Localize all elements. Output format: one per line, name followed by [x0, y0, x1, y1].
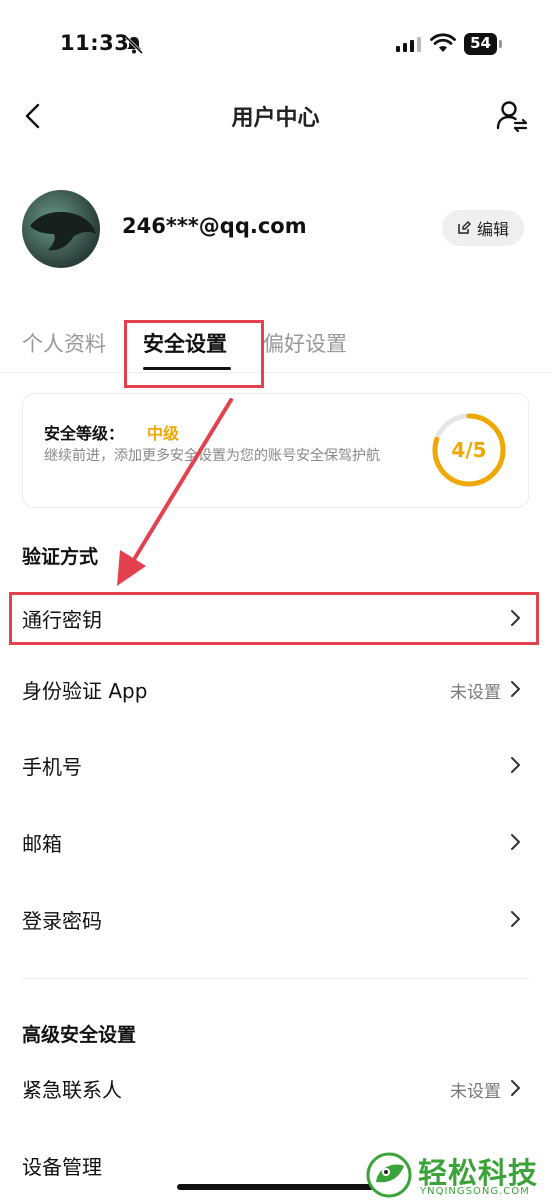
page-title: 用户中心 — [231, 106, 320, 131]
verification-section-title: 验证方式 — [22, 546, 99, 568]
section-divider — [22, 978, 529, 979]
list-item-status: 未设置 — [450, 1082, 501, 1102]
watermark-subtext: YNQINGSONG.COM — [420, 1186, 530, 1197]
list-item-label: 手机号 — [22, 755, 82, 779]
chevron-right-icon — [511, 911, 520, 927]
switch-account-icon[interactable] — [494, 98, 530, 134]
avatar[interactable] — [22, 190, 100, 268]
list-item-label: 设备管理 — [22, 1155, 102, 1179]
chevron-right-icon — [511, 834, 520, 850]
signal-icon — [396, 37, 421, 52]
status-bar: 11:33 54 — [0, 0, 551, 90]
watermark-logo-icon — [366, 1152, 412, 1198]
status-time: 11:33 — [60, 31, 130, 55]
wifi-icon — [430, 33, 456, 52]
list-item-phone[interactable]: 手机号 — [0, 735, 551, 795]
edit-pencil-icon — [458, 221, 471, 234]
list-item-authenticator-app[interactable]: 身份验证 App 未设置 — [0, 659, 551, 719]
security-level-card: 安全等级： 中级 继续前进，添加更多安全设置为您的账号安全保驾护航 4/5 — [22, 393, 529, 508]
list-item-label: 邮箱 — [22, 832, 62, 856]
edit-label: 编辑 — [476, 220, 509, 239]
security-description: 继续前进，添加更多安全设置为您的账号安全保驾护航 — [44, 448, 380, 464]
list-item-label: 身份验证 App — [22, 679, 148, 703]
security-level-value: 中级 — [147, 424, 180, 443]
home-indicator[interactable] — [177, 1184, 374, 1190]
list-item-label: 登录密码 — [22, 909, 102, 933]
list-item-login-password[interactable]: 登录密码 — [0, 889, 551, 949]
list-item-label: 紧急联系人 — [22, 1078, 122, 1102]
security-level-label: 安全等级： — [44, 424, 125, 443]
annotation-highlight-row — [9, 592, 539, 645]
edit-profile-button[interactable]: 编辑 — [442, 210, 524, 246]
tab-profile[interactable]: 个人资料 — [22, 328, 106, 358]
battery-indicator: 54 — [464, 33, 502, 55]
tab-preferences[interactable]: 偏好设置 — [263, 328, 347, 358]
list-item-emergency-contact[interactable]: 紧急联系人 未设置 — [0, 1058, 551, 1118]
battery-level: 54 — [470, 34, 491, 52]
tabs-divider — [0, 372, 551, 373]
whale-avatar-image — [30, 211, 96, 251]
watermark: 轻松科技 YNQINGSONG.COM — [366, 1148, 551, 1200]
chevron-right-icon — [511, 757, 520, 773]
security-score-text: 4/5 — [451, 438, 486, 462]
list-item-email[interactable]: 邮箱 — [0, 812, 551, 872]
annotation-highlight-tab — [124, 320, 264, 388]
chevron-right-icon — [511, 1080, 520, 1096]
advanced-section-title: 高级安全设置 — [22, 1024, 137, 1046]
account-email: 246***@qq.com — [122, 214, 307, 238]
bell-muted-icon — [124, 35, 144, 55]
security-score-ring: 4/5 — [432, 413, 506, 487]
list-item-status: 未设置 — [450, 683, 501, 703]
chevron-right-icon — [511, 681, 520, 697]
